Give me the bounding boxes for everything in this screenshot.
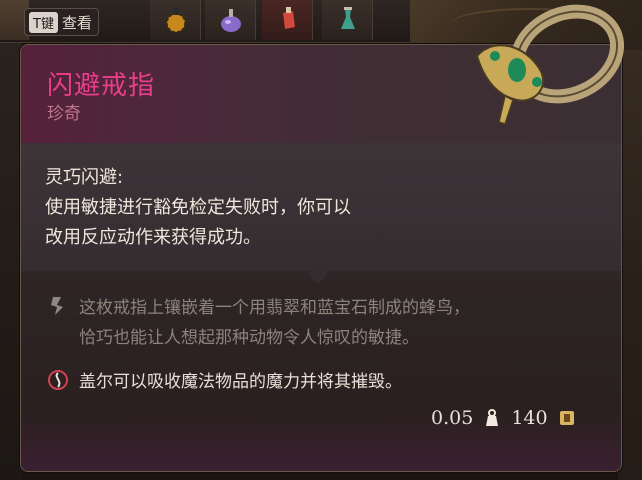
lore-row: 盖尔可以吸收魔法物品的魔力并将其摧毁。 [47, 367, 607, 397]
ability-section: 灵巧闪避: 使用敏捷进行豁免检定失败时，你可以 改用反应动作来获得成功。 [21, 143, 621, 271]
item-rarity: 珍奇 [47, 104, 81, 124]
ability-description: 使用敏捷进行豁免检定失败时，你可以 改用反应动作来获得成功。 [45, 193, 445, 253]
ability-line: 改用反应动作来获得成功。 [45, 227, 261, 248]
quill-icon [51, 297, 63, 315]
lore-text: 这枚戒指上镶嵌着一个用翡翠和蓝宝石制成的蜂鸟， 恰巧也能让人想起那种动物令人惊叹… [79, 293, 470, 353]
ability-line: 使用敏捷进行豁免检定失败时，你可以 [45, 197, 351, 218]
potion-purple-icon [221, 9, 241, 32]
potion-orange-icon [166, 8, 186, 33]
destroy-magic-icon [48, 370, 68, 390]
inventory-slot[interactable] [262, 0, 313, 40]
lore-section: 这枚戒指上镶嵌着一个用翡翠和蓝宝石制成的蜂鸟， 恰巧也能让人想起那种动物令人惊叹… [21, 271, 621, 471]
lore-line: 恰巧也能让人想起那种动物令人惊叹的敏捷。 [79, 328, 419, 348]
ring-of-evasion-icon [475, 4, 625, 125]
weight-icon [486, 409, 499, 426]
weight-value: 0.05 [431, 407, 474, 429]
key-cap: T键 [29, 11, 58, 33]
lore-row: 这枚戒指上镶嵌着一个用翡翠和蓝宝石制成的蜂鸟， 恰巧也能让人想起那种动物令人惊叹… [47, 293, 607, 353]
inventory-slot[interactable] [205, 0, 256, 40]
gold-value: 140 [511, 407, 548, 429]
item-footer: 0.05 140 [431, 403, 576, 433]
item-title: 闪避戒指 [47, 71, 156, 101]
key-hint-label: 查看 [61, 13, 92, 32]
inventory-slot[interactable] [150, 0, 201, 40]
potion-green-icon [341, 7, 355, 29]
lore-line: 这枚戒指上镶嵌着一个用翡翠和蓝宝石制成的蜂鸟， [79, 298, 470, 318]
ability-name: 灵巧闪避: [45, 167, 124, 188]
gold-icon [559, 411, 574, 425]
backdrop-left [0, 0, 22, 480]
inspect-key-hint[interactable]: T键 查看 [24, 8, 99, 36]
inventory-slot[interactable] [322, 0, 373, 40]
note-text: 盖尔可以吸收魔法物品的魔力并将其摧毁。 [79, 372, 402, 392]
potion-red-icon [283, 7, 295, 29]
